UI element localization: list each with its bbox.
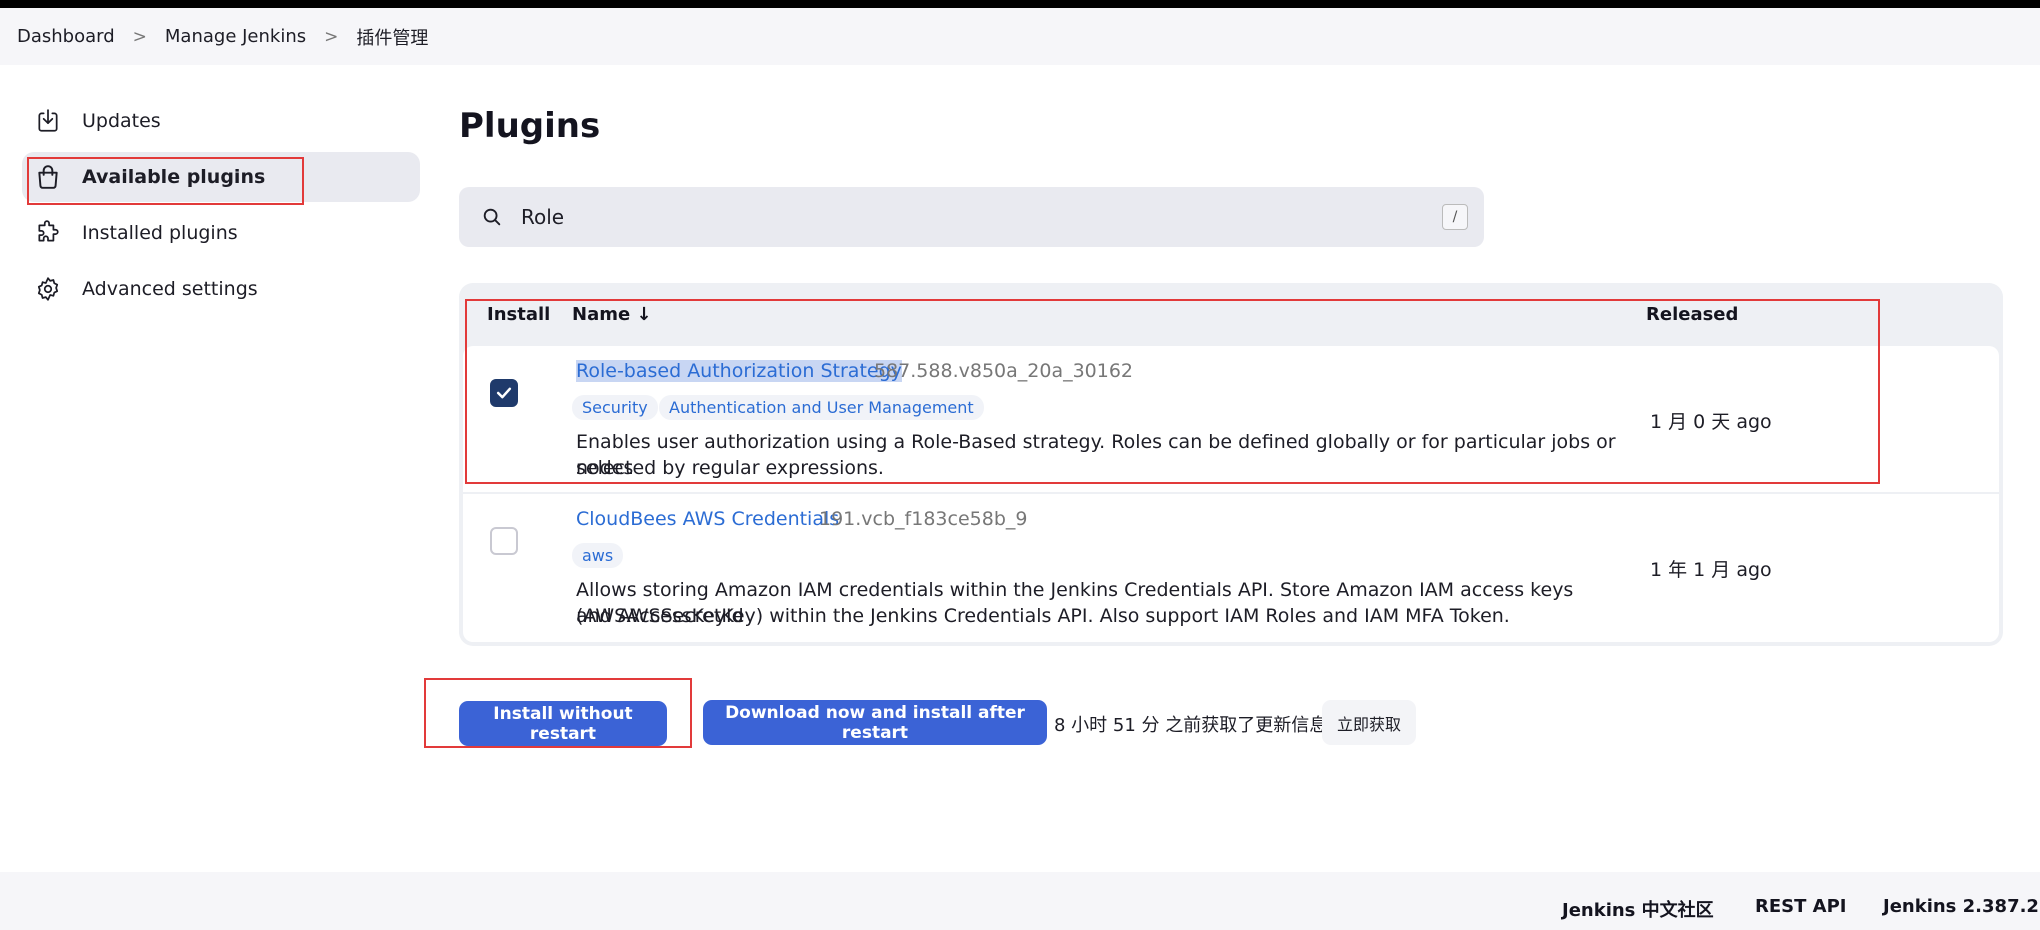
footer-community-link[interactable]: Jenkins 中文社区 — [1562, 896, 1714, 922]
page-title: Plugins — [459, 106, 601, 146]
plugin-released: 1 年 1 月 ago — [1650, 559, 1772, 581]
footer-rest-api-link[interactable]: REST API — [1755, 896, 1847, 917]
puzzle-icon — [34, 219, 62, 247]
sidebar-item-label: Installed plugins — [82, 222, 238, 244]
plugin-name-link[interactable]: CloudBees AWS Credentials — [576, 508, 839, 530]
fetch-now-button[interactable]: 立即获取 — [1322, 700, 1416, 745]
sidebar-item-label: Updates — [82, 110, 161, 132]
sidebar: Updates Available plugins Installed plug… — [22, 96, 420, 320]
search-icon — [481, 206, 503, 228]
annotation-box-selected-plugin — [465, 299, 1880, 484]
breadcrumb-dashboard[interactable]: Dashboard — [17, 26, 115, 47]
plugin-tag[interactable]: aws — [572, 543, 624, 568]
install-checkbox[interactable] — [490, 527, 518, 555]
search-bar[interactable]: / — [459, 187, 1484, 247]
footer-version-link[interactable]: Jenkins 2.387.2 — [1883, 896, 2039, 917]
breadcrumb-manage-jenkins[interactable]: Manage Jenkins — [165, 26, 306, 47]
sidebar-item-advanced-settings[interactable]: Advanced settings — [22, 264, 420, 314]
chevron-right-icon: > — [324, 26, 339, 47]
sidebar-item-label: Advanced settings — [82, 278, 258, 300]
plugin-version: 191.vcb_f183ce58b_9 — [819, 508, 1028, 530]
update-info-text: 8 小时 51 分 之前获取了更新信息 — [1054, 715, 1328, 736]
table-row: CloudBees AWS Credentials 191.vcb_f183ce… — [463, 494, 1999, 642]
top-border — [0, 0, 2040, 8]
search-input[interactable] — [521, 205, 1421, 229]
footer: Jenkins 中文社区 REST API Jenkins 2.387.2 — [0, 872, 2040, 930]
annotation-box-install-button — [424, 678, 692, 748]
gear-icon — [34, 275, 62, 303]
keyboard-shortcut-badge: / — [1442, 204, 1468, 230]
annotation-box-available-plugins — [27, 157, 304, 205]
chevron-right-icon: > — [132, 26, 147, 47]
download-install-after-restart-button[interactable]: Download now and install after restart — [703, 700, 1047, 745]
download-icon — [34, 107, 62, 135]
breadcrumb-plugin-manager[interactable]: 插件管理 — [356, 24, 428, 50]
sidebar-item-installed-plugins[interactable]: Installed plugins — [22, 208, 420, 258]
plugin-description-line-2: and AWSSecretKey) within the Jenkins Cre… — [576, 605, 1510, 627]
sidebar-item-updates[interactable]: Updates — [22, 96, 420, 146]
breadcrumb: Dashboard > Manage Jenkins > 插件管理 — [0, 8, 2040, 65]
